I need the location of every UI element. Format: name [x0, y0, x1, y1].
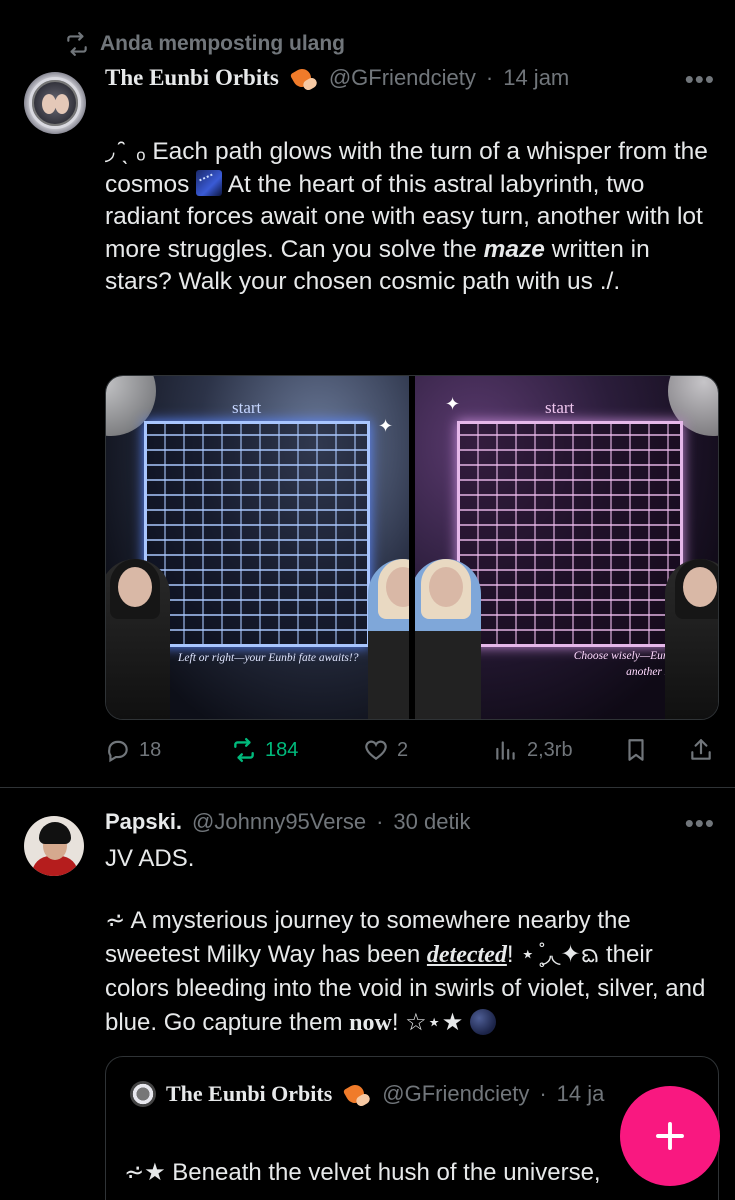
share-icon — [691, 739, 711, 760]
post-text: JV ADS. ⩫ A mysterious journey to somewh… — [105, 845, 706, 1036]
maze-grid — [144, 421, 370, 647]
butterfly-icon: ✦ — [445, 394, 461, 414]
plus-icon — [656, 1122, 684, 1150]
link-detected[interactable]: detected — [427, 942, 507, 968]
maze-start-label: start — [545, 398, 575, 417]
maze-grid — [457, 421, 683, 647]
post-header: Papski. @Johnny95Verse · 30 detik — [105, 806, 470, 838]
post-divider — [0, 787, 735, 788]
nail-polish-emoji-icon — [342, 1081, 372, 1107]
idol-figure — [415, 559, 481, 719]
author-display-name[interactable]: Papski. — [105, 809, 182, 835]
bookmark-icon — [628, 739, 644, 761]
butterfly-icon: ✦ — [378, 416, 394, 436]
quoted-post-time: 14 ja — [556, 1081, 605, 1106]
milky-way-emoji-icon — [196, 169, 223, 196]
repost-icon — [234, 737, 254, 763]
author-handle[interactable]: @Johnny95Verse — [192, 809, 366, 835]
repost-count: 184 — [265, 738, 299, 761]
compose-post-button[interactable] — [620, 1086, 720, 1186]
post-text: ◞ ̑̑ˎ ₒ Each path glows with the turn of… — [105, 138, 708, 295]
heart-icon — [365, 740, 387, 760]
quoted-author-handle: @GFriendciety — [382, 1081, 530, 1106]
like-button[interactable]: 2 — [363, 737, 408, 763]
repost-label: Anda memposting ulang — [100, 32, 346, 55]
quoted-author-display-name: The Eunbi Orbits — [166, 1081, 333, 1106]
post-time[interactable]: 30 detik — [393, 809, 470, 835]
reply-icon — [108, 740, 128, 763]
repost-icon — [67, 32, 87, 56]
quoted-post-header: The Eunbi Orbits @GFriendciety · 14 ja — [130, 1081, 604, 1107]
repost-indicator: Anda memposting ulang — [64, 30, 345, 58]
views-button[interactable]: 2,3rb — [493, 737, 573, 763]
emphasis-now: now — [349, 1010, 392, 1036]
repost-button[interactable]: 184 — [231, 737, 298, 763]
share-button[interactable] — [688, 737, 714, 763]
analytics-icon — [496, 741, 515, 760]
post-actions: 18 184 2 2,3rb — [105, 733, 715, 767]
dot-separator: · — [539, 1081, 547, 1106]
maze-image-right[interactable]: start ✦ Choose wisely—Eunbi or... anothe… — [415, 376, 718, 719]
post-media[interactable]: start ✦ Left or right—your Eunbi fate aw… — [105, 375, 719, 720]
author-display-name[interactable]: The Eunbi Orbits — [105, 65, 279, 91]
author-avatar[interactable] — [24, 72, 86, 134]
reply-button[interactable]: 18 — [105, 737, 161, 763]
author-avatar[interactable] — [24, 816, 84, 876]
emphasis-maze: maze — [483, 235, 545, 263]
reply-count: 18 — [139, 738, 162, 761]
nail-polish-emoji-icon — [289, 65, 319, 91]
dot-separator: · — [376, 809, 384, 834]
dot-separator: · — [485, 65, 494, 90]
bookmark-button[interactable] — [623, 737, 649, 763]
author-handle[interactable]: @GFriendciety — [329, 65, 476, 91]
maze-image-left[interactable]: start ✦ Left or right—your Eunbi fate aw… — [106, 376, 409, 719]
like-count: 2 — [397, 738, 409, 761]
view-count: 2,3rb — [527, 738, 573, 761]
post-time[interactable]: 14 jam — [503, 65, 569, 91]
idol-figure — [368, 559, 409, 719]
more-options-button[interactable]: ••• — [685, 808, 715, 839]
more-options-button[interactable]: ••• — [685, 64, 715, 95]
post-header: The Eunbi Orbits @GFriendciety · 14 jam — [105, 60, 569, 96]
planet-emoji-icon — [469, 1009, 496, 1035]
idol-figure — [665, 559, 718, 719]
idol-figure — [106, 559, 170, 719]
maze-start-label: start — [232, 398, 262, 417]
maze-caption: Left or right—your Eunbi fate awaits!? — [178, 652, 359, 664]
quoted-author-avatar — [130, 1081, 156, 1107]
